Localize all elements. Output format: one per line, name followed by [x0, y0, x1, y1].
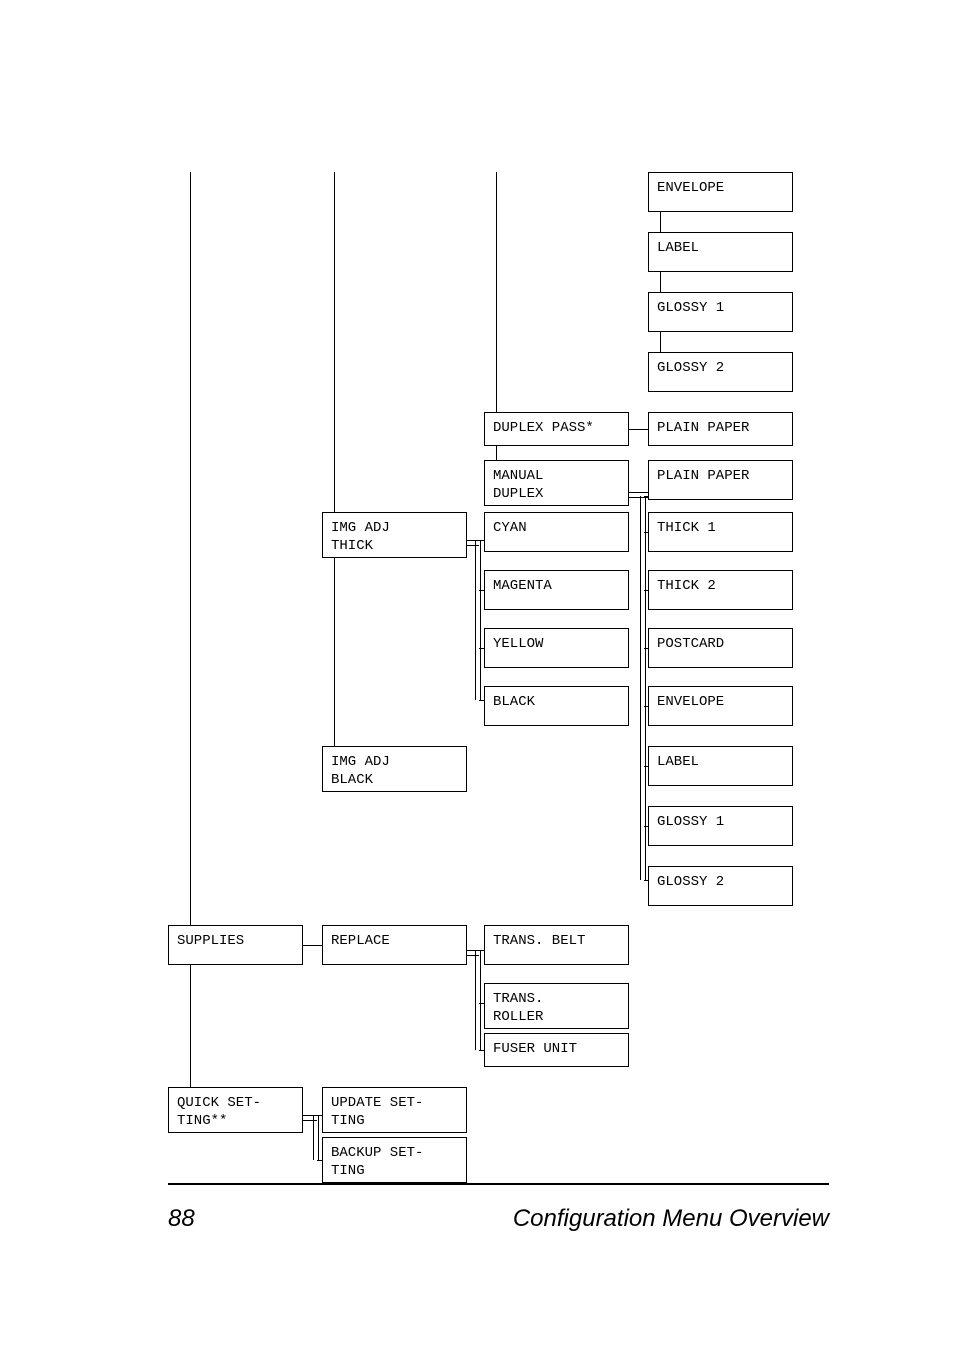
menu-item-label: FUSER UNIT	[493, 1041, 577, 1057]
connector-line	[479, 1003, 484, 1004]
connector-line	[479, 648, 484, 649]
menu-item-label: TRANS. BELT	[493, 933, 585, 949]
connector-line	[334, 172, 335, 512]
menu-item-img-adj-thick: IMG ADJ THICK	[322, 512, 467, 558]
menu-item-label: BLACK	[493, 694, 535, 710]
menu-item-envelope: ENVELOPE	[648, 172, 793, 212]
menu-item-label: REPLACE	[331, 933, 390, 949]
connector-line	[479, 540, 484, 541]
menu-item-label: CYAN	[493, 520, 527, 536]
menu-item-label: GLOSSY 2	[657, 360, 724, 376]
menu-item-fuser-unit: FUSER UNIT	[484, 1033, 629, 1067]
connector-line	[660, 272, 661, 292]
menu-item-label: PLAIN PAPER	[657, 468, 749, 484]
menu-item-label: TRANS. ROLLER	[493, 991, 543, 1025]
menu-item-glossy2: GLOSSY 2	[648, 352, 793, 392]
menu-item-cyan: CYAN	[484, 512, 629, 552]
menu-item-trans-belt: TRANS. BELT	[484, 925, 629, 965]
connector-line	[660, 212, 661, 232]
menu-item-label: PLAIN PAPER	[657, 420, 749, 436]
menu-item-label-paper: LABEL	[648, 232, 793, 272]
menu-item-glossy2b: GLOSSY 2	[648, 866, 793, 906]
connector-line	[644, 648, 648, 649]
connector-line	[644, 496, 648, 497]
menu-item-label: THICK 1	[657, 520, 716, 536]
menu-item-label: ENVELOPE	[657, 694, 724, 710]
menu-item-quick-setting: QUICK SET- TING**	[168, 1087, 303, 1133]
menu-item-img-adj-black: IMG ADJ BLACK	[322, 746, 467, 792]
connector-double	[640, 496, 646, 880]
connector-line	[644, 880, 648, 881]
menu-item-label: SUPPLIES	[177, 933, 244, 949]
connector-line	[629, 429, 648, 430]
menu-item-black: BLACK	[484, 686, 629, 726]
menu-item-label: IMG ADJ THICK	[331, 520, 390, 554]
menu-item-label: MANUAL DUPLEX	[493, 468, 543, 502]
connector-line	[190, 965, 191, 1087]
menu-item-label: QUICK SET- TING**	[177, 1095, 261, 1129]
menu-item-plain-paper-2: PLAIN PAPER	[648, 460, 793, 500]
connector-line	[644, 532, 648, 533]
connector-line	[660, 332, 661, 352]
menu-item-plain-paper-1: PLAIN PAPER	[648, 412, 793, 446]
connector-line	[644, 826, 648, 827]
page-number: 88	[168, 1205, 195, 1233]
footer-divider	[168, 1183, 829, 1185]
connector-line	[644, 590, 648, 591]
footer-title: Configuration Menu Overview	[513, 1205, 829, 1233]
menu-item-glossy1b: GLOSSY 1	[648, 806, 793, 846]
connector-line	[317, 1160, 322, 1161]
connector-line	[317, 1115, 322, 1116]
menu-item-label: IMG ADJ BLACK	[331, 754, 390, 788]
menu-item-label-2: LABEL	[648, 746, 793, 786]
connector-line	[644, 766, 648, 767]
menu-item-label: THICK 2	[657, 578, 716, 594]
connector-double	[475, 950, 481, 1050]
connector-line	[496, 446, 497, 460]
connector-line	[644, 706, 648, 707]
menu-item-yellow: YELLOW	[484, 628, 629, 668]
menu-item-glossy1: GLOSSY 1	[648, 292, 793, 332]
menu-item-envelope-2: ENVELOPE	[648, 686, 793, 726]
menu-item-label: YELLOW	[493, 636, 543, 652]
connector-double	[313, 1115, 319, 1160]
menu-item-label: LABEL	[657, 754, 699, 770]
menu-item-duplex-pass: DUPLEX PASS*	[484, 412, 629, 446]
menu-item-label: GLOSSY 1	[657, 814, 724, 830]
menu-item-update-setting: UPDATE SET- TING	[322, 1087, 467, 1133]
connector-line	[479, 1050, 484, 1051]
connector-line	[479, 700, 484, 701]
menu-item-postcard: POSTCARD	[648, 628, 793, 668]
menu-item-label: DUPLEX PASS*	[493, 420, 594, 436]
menu-item-supplies: SUPPLIES	[168, 925, 303, 965]
connector-line	[496, 172, 497, 412]
menu-item-thick1: THICK 1	[648, 512, 793, 552]
menu-item-replace: REPLACE	[322, 925, 467, 965]
menu-item-label: ENVELOPE	[657, 180, 724, 196]
connector-double	[475, 540, 481, 700]
menu-item-label: MAGENTA	[493, 578, 552, 594]
connector-line	[479, 590, 484, 591]
connector-line	[479, 950, 484, 951]
menu-item-label: LABEL	[657, 240, 699, 256]
menu-item-magenta: MAGENTA	[484, 570, 629, 610]
menu-item-label: UPDATE SET- TING	[331, 1095, 423, 1129]
menu-item-label: GLOSSY 2	[657, 874, 724, 890]
connector-line	[190, 172, 191, 925]
menu-item-manual-duplex: MANUAL DUPLEX	[484, 460, 629, 506]
menu-item-label: BACKUP SET- TING	[331, 1145, 423, 1179]
menu-item-label: POSTCARD	[657, 636, 724, 652]
menu-item-trans-roller: TRANS. ROLLER	[484, 983, 629, 1029]
menu-item-thick2: THICK 2	[648, 570, 793, 610]
menu-item-backup-setting: BACKUP SET- TING	[322, 1137, 467, 1183]
connector-line	[303, 945, 322, 946]
menu-item-label: GLOSSY 1	[657, 300, 724, 316]
connector-line	[334, 558, 335, 746]
